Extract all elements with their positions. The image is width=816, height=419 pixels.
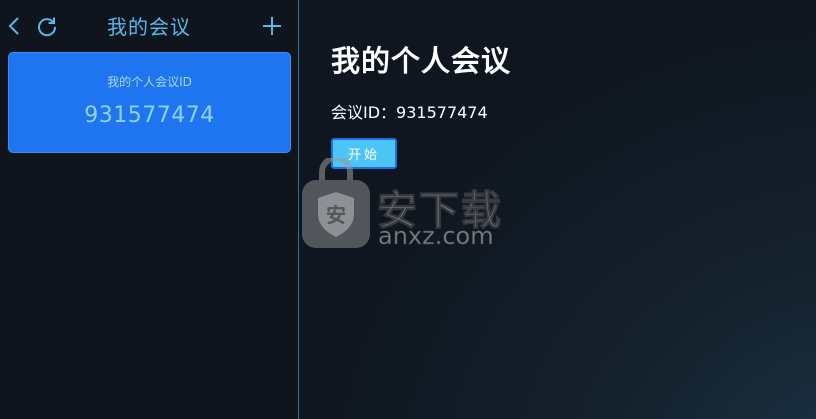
- shield-char: 安: [326, 203, 346, 227]
- meeting-id-text: 会议ID：931577474: [331, 103, 488, 122]
- plus-icon: [263, 17, 281, 35]
- page-title: 我的个人会议: [331, 44, 512, 78]
- add-meeting-button[interactable]: [258, 12, 286, 40]
- card-meeting-id: 931577474: [84, 103, 215, 128]
- sidebar: 我的会议 我的个人会议ID 931577474: [0, 0, 299, 419]
- personal-meeting-card[interactable]: 我的个人会议ID 931577474: [8, 52, 291, 153]
- sidebar-title: 我的会议: [107, 15, 191, 39]
- card-label: 我的个人会议ID: [107, 75, 192, 89]
- sidebar-header: 我的会议: [0, 0, 298, 52]
- watermark: 安 安下载 anxz.com: [300, 158, 520, 258]
- watermark-text-en: anxz.com: [378, 222, 494, 251]
- shield-logo-icon: 安: [302, 158, 370, 248]
